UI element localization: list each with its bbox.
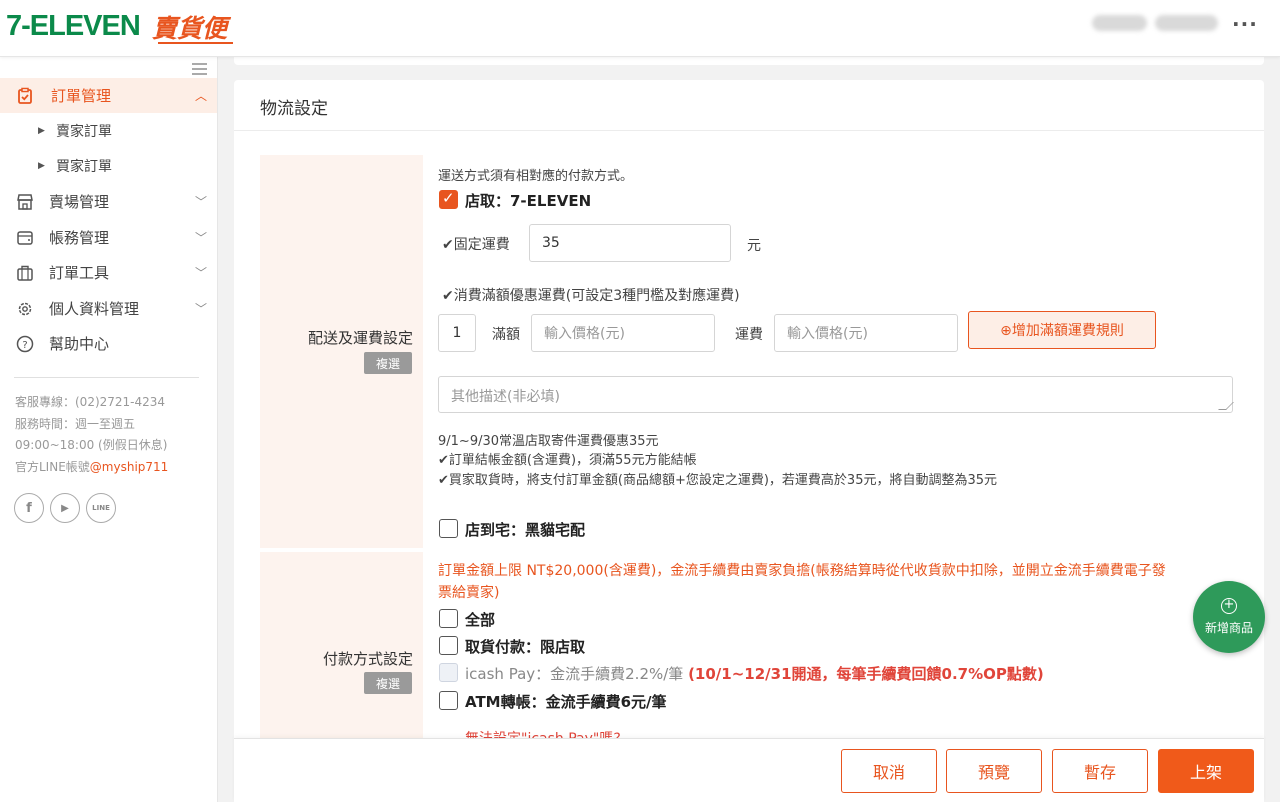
payment-warning-line-1: 訂單金額上限 NT$20,000(含運費)，金流手續費由賣家負擔(帳務結算時從代… <box>438 563 1166 579</box>
cod-checkbox[interactable] <box>439 636 458 655</box>
fee-price-input[interactable]: 輸入價格(元) <box>774 314 958 352</box>
tier-index-field[interactable]: 1 <box>438 314 476 352</box>
wallet-icon <box>17 230 33 245</box>
sidebar-divider <box>14 377 199 378</box>
user-account-blurred <box>1155 15 1218 31</box>
plus-circle-icon: + <box>1221 598 1237 614</box>
shipping-label-cell: 配送及運費設定 複選 <box>260 155 423 548</box>
shipping-note: 運送方式須有相對應的付款方式。 <box>438 169 634 184</box>
help-circle-icon: ? <box>16 335 34 352</box>
bottom-action-bar: 取消 預覽 暫存 上架 <box>234 738 1264 802</box>
multi-select-tag: 複選 <box>364 352 412 374</box>
currency-unit: 元 <box>747 238 761 254</box>
promo-line-1: 9/1~9/30常溫店取寄件運費優惠35元 <box>438 434 659 449</box>
save-draft-button[interactable]: 暫存 <box>1052 749 1148 793</box>
contact-hours: 服務時間：週一至週五 <box>15 417 136 431</box>
atm-transfer-label: ATM轉帳：金流手續費6元/筆 <box>465 693 667 711</box>
contact-time: 09:00~18:00 (例假日休息) <box>15 438 168 452</box>
chevron-up-icon: ︿ <box>195 89 208 103</box>
chevron-down-icon: ﹀ <box>195 266 208 280</box>
svg-text:?: ? <box>22 340 27 351</box>
caret-right-icon: ▶ <box>38 160 45 171</box>
store-icon <box>17 193 33 210</box>
store-pickup-checkbox[interactable] <box>439 189 458 209</box>
other-description-textarea[interactable]: 其他描述(非必填) <box>438 376 1234 413</box>
sidebar-item-label: 帳務管理 <box>49 229 110 247</box>
payment-all-checkbox[interactable] <box>439 609 458 628</box>
preview-button[interactable]: 預覽 <box>946 749 1042 793</box>
fab-label: 新增商品 <box>1204 621 1253 635</box>
section-title: 物流設定 <box>260 99 328 119</box>
clipboard-check-icon <box>18 87 32 104</box>
resize-grip-icon[interactable] <box>1218 402 1234 410</box>
sidebar-item-orders[interactable]: 訂單管理 ︿ <box>0 78 217 113</box>
divider <box>234 130 1264 131</box>
briefcase-icon <box>17 265 33 281</box>
facebook-icon[interactable]: f <box>14 493 44 523</box>
home-delivery-label: 店到宅：黑貓宅配 <box>465 521 586 539</box>
more-horizontal-icon[interactable]: ··· <box>1232 12 1258 36</box>
line-id-link[interactable]: @myship711 <box>90 460 169 474</box>
threshold-price-input[interactable]: 輸入價格(元) <box>531 314 715 352</box>
discount-shipping-label: ✔消費滿額優惠運費(可設定3種門檻及對應運費) <box>442 288 740 304</box>
fee-label: 運費 <box>735 327 763 343</box>
threshold-label: 滿額 <box>492 327 520 343</box>
chevron-down-icon: ﹀ <box>195 302 208 316</box>
contact-line: 官方LINE帳號@myship711 <box>15 457 168 479</box>
hamburger-menu-icon[interactable] <box>192 63 207 75</box>
user-name-blurred <box>1092 15 1147 31</box>
sidebar-item-label: 個人資料管理 <box>49 300 140 318</box>
myship-logo[interactable]: 賣貨便 <box>152 9 234 45</box>
sidebar: 訂單管理 ︿ ▶ 賣家訂單 ▶ 買家訂單 賣場管理 ﹀ 帳務管理 ﹀ 訂單工具 … <box>0 57 218 802</box>
line-prefix: 官方LINE帳號 <box>15 460 90 474</box>
sidebar-item-label: 賣場管理 <box>49 193 110 211</box>
icash-pay-label: icash Pay：金流手續費2.2%/筆 (10/1~12/31開通，每筆手續… <box>465 663 1044 684</box>
icash-pay-checkbox[interactable] <box>439 663 458 682</box>
sidebar-item-order-tools[interactable]: 訂單工具 ﹀ <box>0 255 217 290</box>
cancel-button[interactable]: 取消 <box>841 749 937 793</box>
payment-all-label: 全部 <box>465 611 496 629</box>
sidebar-item-profile[interactable]: 個人資料管理 ﹀ <box>0 291 217 326</box>
seven-eleven-logo[interactable]: 7-ELEVEN <box>6 10 141 43</box>
textarea-placeholder: 其他描述(非必填) <box>451 389 560 405</box>
icash-pay-fee-text: icash Pay：金流手續費2.2%/筆 <box>465 665 689 683</box>
caret-right-icon: ▶ <box>38 125 45 136</box>
chevron-down-icon: ﹀ <box>195 195 208 209</box>
sidebar-item-help[interactable]: ? 幫助中心 <box>0 326 217 361</box>
cod-label: 取貨付款：限店取 <box>465 638 586 656</box>
multi-select-tag: 複選 <box>364 672 412 694</box>
top-header: 7-ELEVEN 賣貨便 ··· <box>0 0 1280 57</box>
gear-icon <box>18 302 32 315</box>
icash-pay-promo-text: (10/1~12/31開通，每筆手續費回饋0.7%OP點數) <box>688 665 1044 683</box>
chevron-down-icon: ﹀ <box>195 231 208 245</box>
publish-button[interactable]: 上架 <box>1158 749 1254 793</box>
add-shipping-rule-button[interactable]: ⊕增加滿額運費規則 <box>968 311 1156 349</box>
payment-warning-line-2: 票給賣家) <box>438 585 500 601</box>
sidebar-item-label: 訂單管理 <box>51 87 112 105</box>
logistics-panel: 物流設定 配送及運費設定 複選 付款方式設定 複選 運送方式須有相對應的付款方式… <box>234 80 1264 802</box>
atm-transfer-checkbox[interactable] <box>439 691 458 710</box>
shipping-section-label: 配送及運費設定 <box>307 329 413 347</box>
fixed-fee-label: ✔固定運費 <box>442 237 510 253</box>
home-delivery-checkbox[interactable] <box>439 519 458 538</box>
sidebar-item-label: 訂單工具 <box>49 264 110 282</box>
youtube-icon[interactable]: ▶ <box>50 493 80 523</box>
add-product-fab[interactable]: + 新增商品 <box>1193 581 1265 653</box>
store-pickup-label: 店取：7-ELEVEN <box>465 192 592 210</box>
payment-section-label: 付款方式設定 <box>322 650 413 668</box>
sidebar-subitem-label: 買家訂單 <box>56 158 112 175</box>
promo-line-3: ✔買家取貨時，將支付訂單金額(商品總額+您設定之運費)，若運費高於35元，將自動… <box>438 473 998 488</box>
sidebar-subitem-seller-orders[interactable]: ▶ 賣家訂單 <box>0 113 217 148</box>
contact-hotline: 客服專線：(02)2721-4234 <box>15 395 166 409</box>
sidebar-subitem-buyer-orders[interactable]: ▶ 買家訂單 <box>0 148 217 183</box>
sidebar-subitem-label: 賣家訂單 <box>56 123 112 140</box>
promo-line-2: ✔訂單結帳金額(含運費)，須滿55元方能結帳 <box>438 453 697 468</box>
line-icon[interactable]: LINE <box>86 493 116 523</box>
previous-panel-bottom <box>234 57 1264 65</box>
sidebar-item-label: 幫助中心 <box>49 335 110 353</box>
sidebar-item-store[interactable]: 賣場管理 ﹀ <box>0 184 217 219</box>
fixed-fee-input[interactable]: 35 <box>529 224 731 262</box>
sidebar-item-finance[interactable]: 帳務管理 ﹀ <box>0 220 217 255</box>
